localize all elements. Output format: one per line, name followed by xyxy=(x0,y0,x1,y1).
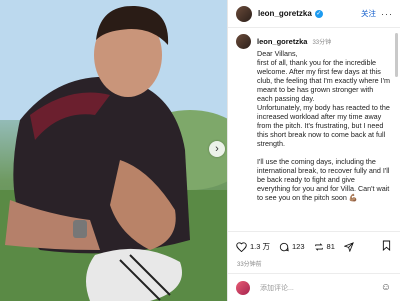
caption-username[interactable]: leon_goretzka xyxy=(257,37,307,46)
repost-button[interactable]: 81 xyxy=(314,242,335,252)
bookmark-icon xyxy=(382,240,391,251)
verified-badge-icon: ✓ xyxy=(314,9,323,18)
post-details-panel: leon_goretzka ✓ 关注 ··· leon_goretzka 33分… xyxy=(227,0,400,301)
send-button[interactable] xyxy=(343,241,357,252)
avatar[interactable] xyxy=(236,5,252,22)
caption-text: Dear Villans, first of all, thank you fo… xyxy=(257,49,390,202)
heart-icon xyxy=(236,241,247,252)
share-count: 81 xyxy=(326,242,335,251)
more-options-icon[interactable]: ··· xyxy=(381,9,393,19)
save-button[interactable] xyxy=(382,238,391,256)
player-illustration xyxy=(0,0,227,301)
caption-avatar[interactable] xyxy=(236,34,251,49)
chevron-right-icon: › xyxy=(215,143,219,155)
comment-icon xyxy=(279,242,289,251)
repost-icon xyxy=(314,242,323,251)
like-button[interactable]: 1.3 万 xyxy=(236,241,270,252)
comment-count: 123 xyxy=(292,242,305,251)
comment-button[interactable]: 123 xyxy=(279,242,305,252)
post-dialog: › leon_goretzka ✓ 关注 ··· leon_goretzka 3… xyxy=(0,0,400,301)
caption-block: leon_goretzka 33分钟 Dear Villans, first o… xyxy=(236,34,392,202)
post-header: leon_goretzka ✓ 关注 ··· xyxy=(228,0,400,28)
smiley-icon[interactable]: ☺ xyxy=(381,282,391,293)
next-image-button[interactable]: › xyxy=(209,141,225,157)
current-user-avatar xyxy=(236,280,250,295)
follow-button[interactable]: 关注 xyxy=(361,8,376,19)
send-icon xyxy=(343,241,354,252)
username-link[interactable]: leon_goretzka xyxy=(258,9,312,18)
scrollbar[interactable] xyxy=(395,33,398,77)
comment-composer: 添加评论... ☺ xyxy=(228,273,400,301)
post-timestamp: 33分钟前 xyxy=(237,262,262,268)
like-count: 1.3 万 xyxy=(250,242,271,251)
caption-paragraph: I'll use the coming days, including the … xyxy=(257,157,392,202)
caption-time: 33分钟 xyxy=(312,40,332,46)
post-photo[interactable]: › xyxy=(0,0,227,301)
action-bar: 1.3 万 123 81 xyxy=(228,231,400,261)
caption-paragraph: Dear Villans, first of all, thank you fo… xyxy=(257,49,390,148)
comment-input[interactable]: 添加评论... xyxy=(260,283,381,293)
